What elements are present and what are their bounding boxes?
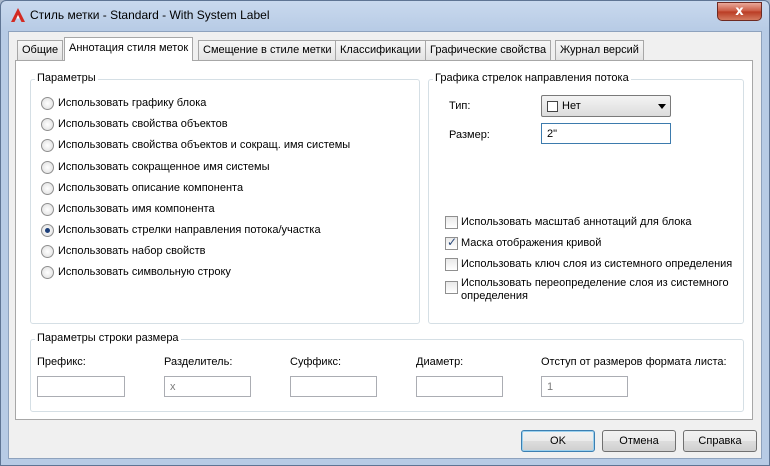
close-button[interactable]: x [717,2,762,21]
size-label: Размер: [449,129,490,141]
tab-label: Аннотация стиля меток [69,42,189,54]
tab-label: Общие [22,44,59,56]
dialog-window: Стиль метки - Standard - With System Lab… [0,0,770,466]
ok-button[interactable]: OK [521,430,595,452]
suffix-label: Суффикс: [290,356,342,368]
radio-button[interactable] [41,245,54,258]
option-label: Использовать сокращенное имя системы [58,161,270,173]
arrow-type-dropdown[interactable]: Нет [541,95,671,117]
close-icon: x [735,4,744,19]
parameters-group-title: Параметры [35,72,98,84]
option-label: Использовать стрелки направления потока/… [58,224,321,236]
radio-button[interactable] [41,182,54,195]
checkbox-checked[interactable] [445,235,458,250]
tab-label-style-annotation[interactable]: Аннотация стиля меток [64,37,194,61]
tab-label: Смещение в стиле метки [203,44,332,56]
option-label: Использовать имя компонента [58,203,215,215]
suffix-input[interactable] [290,376,377,397]
check-label: Маска отображения кривой [461,237,602,249]
separator-input[interactable] [164,376,251,397]
radio-button[interactable] [41,118,54,131]
diameter-label: Диаметр: [416,356,464,368]
radio-button[interactable] [41,266,54,279]
option-label: Использовать символьную строку [58,266,231,278]
tab-label: Классификации [340,44,422,56]
radio-button-selected[interactable] [41,224,54,237]
tab-display-properties[interactable]: Графические свойства [425,40,552,60]
option-label: Использовать набор свойств [58,245,206,257]
title-bar[interactable]: Стиль метки - Standard - With System Lab… [1,1,769,29]
radio-button[interactable] [41,97,54,110]
parameters-group: Параметры Использовать графику блока Исп… [30,72,420,324]
tab-classifications[interactable]: Классификации [335,40,427,60]
chevron-down-icon [658,104,666,109]
checkbox[interactable] [445,258,458,271]
dimension-string-group: Параметры строки размера Префикс: Раздел… [30,332,744,412]
window-title: Стиль метки - Standard - With System Lab… [30,8,270,22]
prefix-label: Префикс: [37,356,86,368]
arrow-type-value: Нет [562,100,581,112]
check-label: Использовать переопределение слоя из сис… [461,277,729,302]
diameter-input[interactable] [416,376,503,397]
type-label: Тип: [449,100,471,112]
radio-button[interactable] [41,139,54,152]
check-label: Использовать масштаб аннотаций для блока [461,216,692,228]
sheet-offset-label: Отступ от размеров формата листа: [541,356,727,368]
flow-arrow-graphics-group: Графика стрелок направления потока Тип: … [428,72,744,324]
checkbox[interactable] [445,281,458,294]
cancel-button[interactable]: Отмена [602,430,676,452]
option-label: Использовать описание компонента [58,182,244,194]
separator-label: Разделитель: [164,356,233,368]
help-button[interactable]: Справка [683,430,757,452]
sheet-offset-input[interactable] [541,376,628,397]
dialog-client: Общие Аннотация стиля меток Смещение в с… [8,31,762,459]
color-swatch [547,101,558,112]
option-label: Использовать свойства объектов [58,118,228,130]
tab-label: Графические свойства [430,44,547,56]
arrow-size-input[interactable] [541,123,671,144]
check-label: Использовать ключ слоя из системного опр… [461,258,733,270]
option-label: Использовать графику блока [58,97,207,109]
flow-arrow-group-title: Графика стрелок направления потока [433,72,631,84]
radio-button[interactable] [41,203,54,216]
prefix-input[interactable] [37,376,125,397]
tab-version-history[interactable]: Журнал версий [555,40,644,60]
autocad-a-icon [11,8,25,22]
radio-button[interactable] [41,161,54,174]
dimension-group-title: Параметры строки размера [35,332,181,344]
tab-panel: Параметры Использовать графику блока Исп… [15,60,753,420]
tab-label: Журнал версий [560,44,639,56]
tab-label-style-offset[interactable]: Смещение в стиле метки [198,40,337,60]
tab-general[interactable]: Общие [17,40,64,60]
option-label: Использовать свойства объектов и сокращ.… [58,139,351,151]
checkbox[interactable] [445,216,458,229]
